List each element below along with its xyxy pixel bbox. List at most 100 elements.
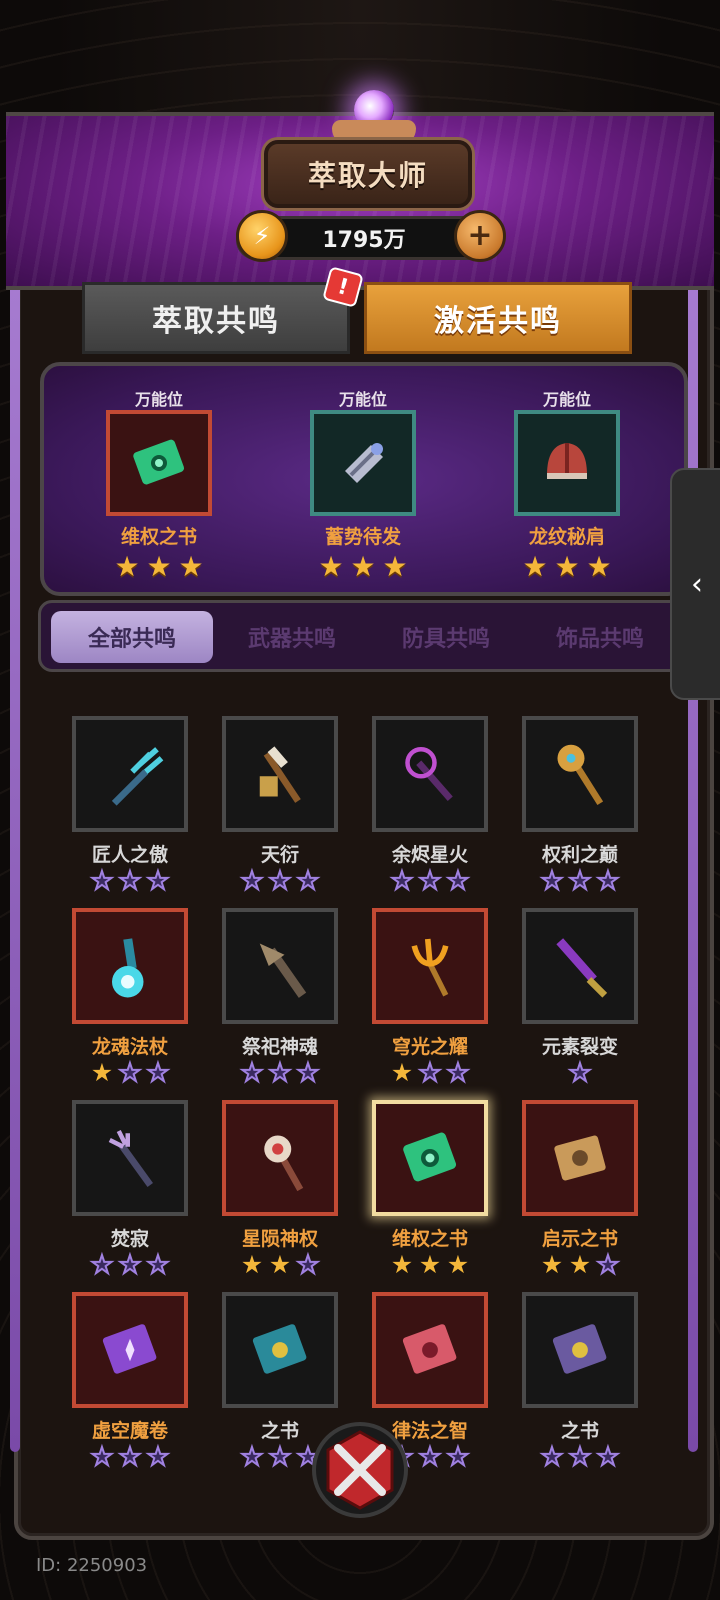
trident-icon — [72, 716, 188, 832]
star-empty-icon: ★ — [118, 866, 142, 895]
scepter-icon — [522, 716, 638, 832]
star-rating: ★★★ — [222, 1250, 338, 1279]
blue-book-icon — [222, 1292, 338, 1408]
star-filled-icon: ★ — [568, 1250, 592, 1279]
dark-staff-icon — [372, 716, 488, 832]
star-empty-icon: ★ — [446, 866, 470, 895]
star-rating: ★★★ — [372, 1058, 488, 1087]
star-empty-icon: ★ — [240, 1058, 264, 1087]
star-rating: ★★★ — [222, 1058, 338, 1087]
item-card[interactable]: 穹光之耀 ★ ★ ★ — [372, 908, 488, 1087]
item-card[interactable]: 虚空魔卷 ★ ★ ★ — [72, 1292, 188, 1471]
tab-extract-resonance[interactable]: 萃取共鸣 — [82, 282, 350, 354]
star-rating: ★★★ — [72, 1058, 188, 1087]
star-empty-icon: ★ — [268, 866, 292, 895]
universal-slot-3[interactable]: 万能位 龙纹秘肩 ★ ★ ★ — [502, 386, 632, 581]
star-rating: ★★★ — [522, 550, 612, 583]
star-rating: ★★★ — [222, 866, 338, 895]
item-name: 祭祀神魂 — [241, 1036, 318, 1058]
item-card[interactable]: 维权之书 ★ ★ ★ — [372, 1100, 488, 1278]
add-coins-button[interactable]: + — [454, 210, 506, 262]
item-name: 余烬星火 — [391, 844, 468, 866]
item-card[interactable]: 之书 ★ ★ ★ — [522, 1292, 638, 1471]
item-card[interactable]: 匠人之傲 ★ ★ ★ — [72, 716, 188, 895]
star-empty-icon: ★ — [90, 866, 114, 895]
item-name: 焚寂 — [110, 1228, 149, 1250]
star-rating: ★★★ — [522, 1442, 638, 1471]
star-empty-icon: ★ — [568, 1442, 592, 1471]
star-rating: ★★★ — [372, 866, 488, 895]
star-empty-icon: ★ — [146, 1250, 170, 1279]
star-empty-icon: ★ — [146, 1058, 170, 1087]
star-filled-icon: ★ — [418, 1250, 442, 1279]
item-card[interactable]: 余烬星火 ★ ★ ★ — [372, 716, 488, 895]
item-name: 天衍 — [260, 844, 299, 866]
star-rating: ★★★ — [372, 1252, 488, 1278]
page-title: 萃取大师 — [307, 159, 428, 192]
star-rating: ★★★ — [114, 550, 204, 583]
violet-book-icon — [522, 1292, 638, 1408]
item-card[interactable]: 启示之书 ★ ★ ★ — [522, 1100, 638, 1279]
star-empty-icon: ★ — [296, 1250, 320, 1279]
green-book-icon — [372, 1100, 488, 1216]
star-empty-icon: ★ — [146, 866, 170, 895]
star-empty-icon: ★ — [146, 1442, 170, 1471]
item-name: 启示之书 — [541, 1228, 618, 1250]
filter-accessory[interactable]: 饰品共鸣 — [519, 611, 681, 663]
item-card[interactable]: 元素裂变 ★ — [522, 908, 638, 1087]
item-card[interactable]: 权利之巅 ★ ★ ★ — [522, 716, 638, 895]
chevron-left-icon: ‹ — [691, 566, 703, 602]
item-card[interactable]: 龙魂法杖 ★ ★ ★ — [72, 908, 188, 1087]
item-card[interactable]: 天衍 ★ ★ ★ — [222, 716, 338, 895]
star-empty-icon: ★ — [296, 1058, 320, 1087]
item-card[interactable]: 星陨神权 ★ ★ ★ — [222, 1100, 338, 1279]
star-empty-icon: ★ — [240, 1442, 264, 1471]
star-empty-icon: ★ — [446, 1058, 470, 1087]
item-name: 穹光之耀 — [391, 1036, 468, 1058]
item-name: 权利之巅 — [541, 844, 618, 866]
item-name: 龙魂法杖 — [91, 1036, 168, 1058]
star-empty-icon: ★ — [390, 866, 414, 895]
scroll-book-icon — [522, 1100, 638, 1216]
bird-staff-icon — [222, 908, 338, 1024]
purple-book-icon — [72, 1292, 188, 1408]
dagger-icon — [522, 908, 638, 1024]
item-name: 虚空魔卷 — [91, 1420, 168, 1442]
filter-weapon[interactable]: 武器共鸣 — [211, 611, 373, 663]
star-empty-icon: ★ — [568, 1058, 592, 1087]
item-card[interactable]: 祭祀神魂 ★ ★ ★ — [222, 908, 338, 1087]
tab-activate-resonance[interactable]: 激活共鸣 — [364, 282, 632, 354]
star-empty-icon: ★ — [118, 1442, 142, 1471]
coin-amount: 1795万 — [322, 228, 406, 253]
side-drawer-button[interactable]: ‹ — [670, 468, 720, 700]
star-empty-icon: ★ — [418, 1442, 442, 1471]
star-rating: ★★★ — [72, 866, 188, 895]
star-empty-icon: ★ — [240, 866, 264, 895]
purple-trident-icon — [72, 1100, 188, 1216]
star-rating: ★★★ — [522, 1250, 638, 1279]
gauntlet-icon — [310, 410, 416, 516]
star-filled-icon: ★ — [390, 1058, 414, 1087]
filter-all[interactable]: 全部共鸣 — [51, 611, 213, 663]
star-filled-icon: ★ — [240, 1250, 264, 1279]
star-rating: ★★★ — [522, 867, 638, 895]
star-empty-icon: ★ — [418, 866, 442, 895]
universal-slot-2[interactable]: 万能位 蓄势待发 ★ ★ ★ — [298, 386, 428, 581]
star-empty-icon: ★ — [596, 1442, 620, 1471]
universal-slot-1[interactable]: 万能位 维权之书 ★ ★ ★ — [94, 386, 224, 581]
star-rating: ★★★ — [72, 1442, 188, 1471]
star-empty-icon: ★ — [118, 1250, 142, 1279]
star-empty-icon: ★ — [296, 866, 320, 895]
extraction-panel: 萃取大师 ⚡ 1795万 + 萃取共鸣 ! 激活共鸣 万能位 维权之书 ★ ★ ★ … — [6, 72, 714, 1540]
star-empty-icon: ★ — [446, 1442, 470, 1471]
spear-icon — [222, 716, 338, 832]
star-rating: ★★★ — [72, 1250, 188, 1279]
star-empty-icon: ★ — [418, 1058, 442, 1087]
right-rail — [688, 282, 698, 1452]
item-card[interactable]: 焚寂 ★ ★ ★ — [72, 1100, 188, 1279]
item-name: 维权之书 — [391, 1228, 468, 1250]
star-filled-icon: ★ — [390, 1250, 414, 1279]
filter-armor[interactable]: 防具共鸣 — [365, 611, 527, 663]
fire-trident-icon — [372, 908, 488, 1024]
crossed-swords-icon[interactable] — [310, 1420, 410, 1520]
